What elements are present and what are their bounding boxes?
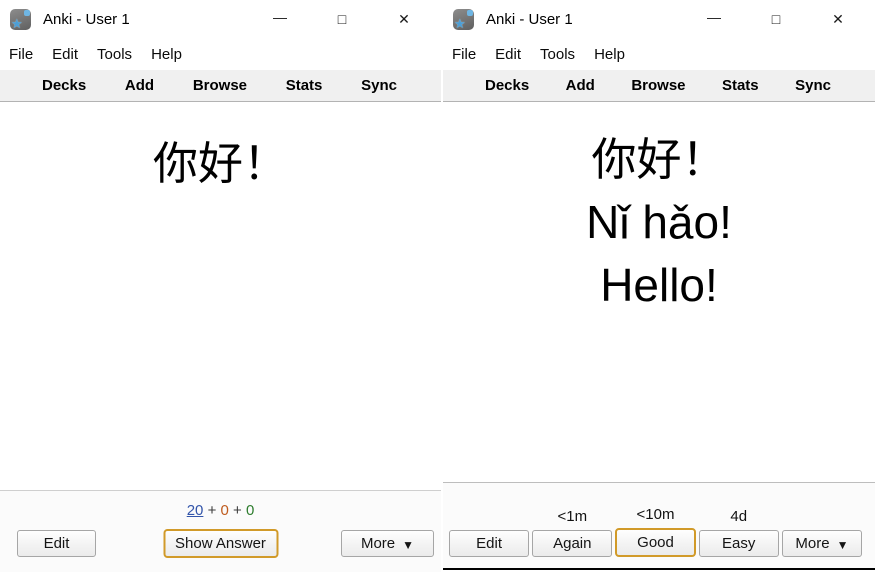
window-title: Anki - User 1	[43, 11, 130, 28]
card-front-text: 你好！	[591, 128, 726, 191]
card-front-text: 你好！	[153, 132, 288, 195]
plus-separator: +	[208, 502, 217, 519]
anki-window-question: ★ Anki - User 1 — □ ✕ File Edit Tools He…	[0, 0, 441, 572]
nav-decks[interactable]: Decks	[485, 77, 529, 94]
close-button[interactable]: ✕	[807, 3, 869, 35]
maximize-button[interactable]: □	[745, 3, 807, 35]
anki-mini-star-icon	[467, 10, 473, 16]
anki-star-icon: ★	[11, 16, 23, 32]
chevron-down-icon: ▼	[837, 538, 849, 552]
titlebar[interactable]: ★ Anki - User 1 — □ ✕	[443, 0, 875, 38]
menu-tools[interactable]: Tools	[540, 46, 575, 63]
card-translation-text: Hello!	[600, 254, 718, 317]
maximize-icon: □	[338, 11, 346, 27]
again-interval-label: <1m	[532, 508, 612, 530]
review-count: 0	[246, 502, 254, 519]
minimize-button[interactable]: —	[249, 3, 311, 35]
interval-label	[782, 508, 862, 530]
answer-buttons-row: Edit <1m Again <10m Good 4d Easy M	[449, 506, 862, 557]
answer-bottom-bar: Edit <1m Again <10m Good 4d Easy M	[443, 482, 875, 568]
card-answer-area: 你好！ Nǐ hǎo! Hello!	[443, 102, 875, 482]
plus-separator: +	[233, 502, 242, 519]
titlebar[interactable]: ★ Anki - User 1 — □ ✕	[0, 0, 441, 38]
menu-file[interactable]: File	[452, 46, 476, 63]
good-button[interactable]: Good	[615, 528, 695, 557]
maximize-button[interactable]: □	[311, 3, 373, 35]
anki-dual-screenshot: ★ Anki - User 1 — □ ✕ File Edit Tools He…	[0, 0, 875, 572]
edit-column: Edit	[449, 506, 529, 557]
minimize-icon: —	[273, 9, 287, 25]
close-icon: ✕	[832, 11, 844, 28]
again-column: <1m Again	[532, 506, 612, 557]
anki-star-icon: ★	[454, 16, 466, 32]
more-button[interactable]: More ▼	[782, 530, 862, 557]
nav-stats[interactable]: Stats	[722, 77, 759, 94]
more-column: More ▼	[782, 506, 862, 557]
nav-add[interactable]: Add	[566, 77, 595, 94]
easy-column: 4d Easy	[699, 506, 779, 557]
maximize-icon: □	[772, 11, 780, 27]
window-title: Anki - User 1	[486, 11, 573, 28]
window-controls: — □ ✕	[683, 3, 869, 35]
anki-logo-icon: ★	[10, 9, 31, 30]
nav-stats[interactable]: Stats	[286, 77, 323, 94]
menu-edit[interactable]: Edit	[52, 46, 78, 63]
nav-sync[interactable]: Sync	[361, 77, 397, 94]
card-question-area: 你好！	[0, 102, 441, 490]
nav-browse[interactable]: Browse	[631, 77, 685, 94]
nav-decks[interactable]: Decks	[42, 77, 86, 94]
card-pinyin-text: Nǐ hǎo!	[586, 191, 732, 254]
close-button[interactable]: ✕	[373, 3, 435, 35]
easy-interval-label: 4d	[699, 508, 779, 530]
show-answer-button[interactable]: Show Answer	[163, 529, 278, 558]
menu-help[interactable]: Help	[151, 46, 182, 63]
menu-help[interactable]: Help	[594, 46, 625, 63]
menu-bar: File Edit Tools Help	[443, 38, 875, 70]
good-column: <10m Good	[615, 506, 695, 557]
minimize-icon: —	[707, 9, 721, 25]
close-icon: ✕	[398, 11, 410, 28]
minimize-button[interactable]: —	[683, 3, 745, 35]
learning-count: 0	[221, 502, 229, 519]
menu-bar: File Edit Tools Help	[0, 38, 441, 70]
menu-tools[interactable]: Tools	[97, 46, 132, 63]
more-button[interactable]: More ▼	[341, 530, 434, 557]
nav-sync[interactable]: Sync	[795, 77, 831, 94]
menu-file[interactable]: File	[9, 46, 33, 63]
easy-button[interactable]: Easy	[699, 530, 779, 557]
chevron-down-icon: ▼	[402, 538, 414, 552]
remaining-counts: 20 + 0 + 0	[0, 502, 441, 519]
new-count: 20	[187, 502, 204, 519]
interval-label	[449, 508, 529, 530]
nav-browse[interactable]: Browse	[193, 77, 247, 94]
edit-button[interactable]: Edit	[449, 530, 529, 557]
window-controls: — □ ✕	[249, 3, 435, 35]
good-interval-label: <10m	[615, 506, 695, 528]
anki-logo-icon: ★	[453, 9, 474, 30]
menu-edit[interactable]: Edit	[495, 46, 521, 63]
toolbar-nav: Decks Add Browse Stats Sync	[443, 70, 875, 102]
edit-button[interactable]: Edit	[17, 530, 96, 557]
again-button[interactable]: Again	[532, 530, 612, 557]
more-label: More	[361, 535, 395, 552]
more-label: More	[795, 535, 829, 552]
anki-mini-star-icon	[24, 10, 30, 16]
anki-window-answer: ★ Anki - User 1 — □ ✕ File Edit Tools He…	[443, 0, 875, 570]
nav-add[interactable]: Add	[125, 77, 154, 94]
toolbar-nav: Decks Add Browse Stats Sync	[0, 70, 441, 102]
review-bottom-bar: 20 + 0 + 0 Edit Show Answer More ▼	[0, 490, 441, 572]
